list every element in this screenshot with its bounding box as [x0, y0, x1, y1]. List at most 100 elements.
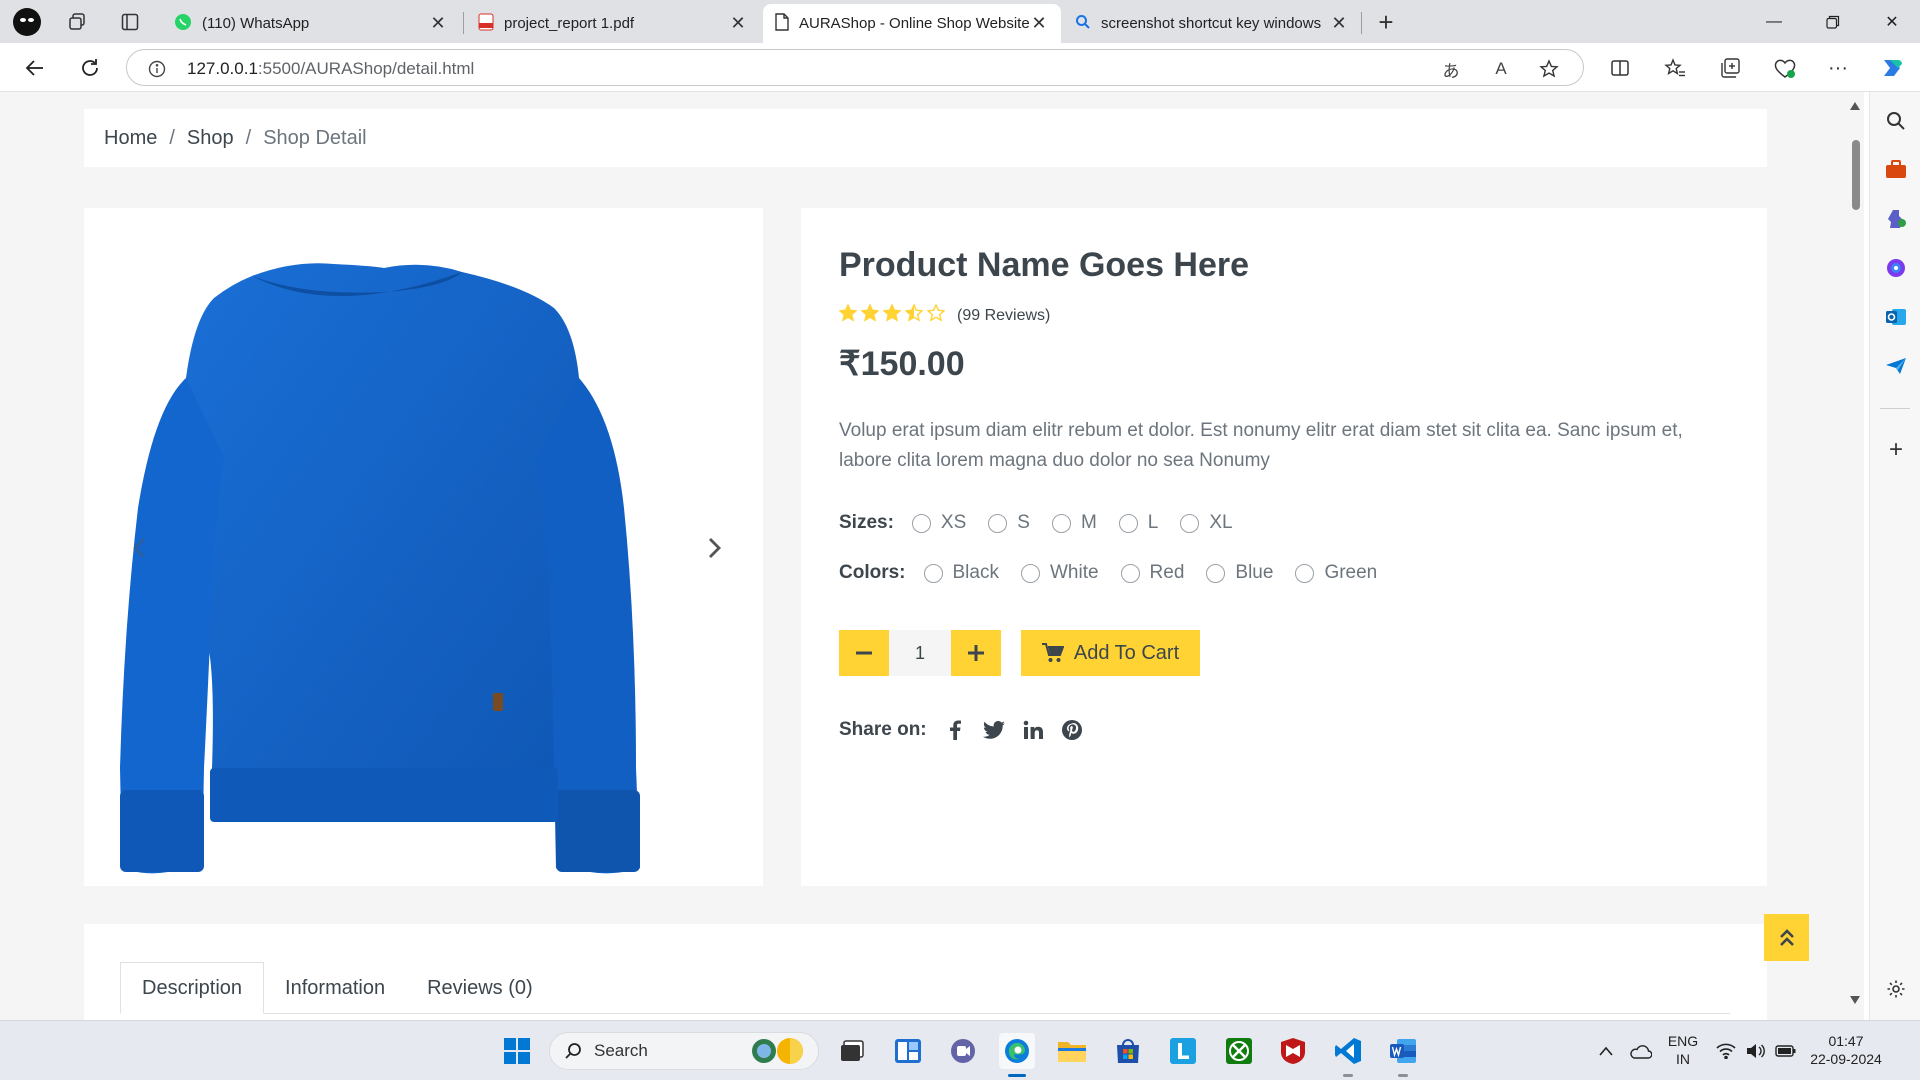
scroll-down-arrow-icon[interactable]	[1850, 996, 1860, 1004]
color-option-blue[interactable]: Blue	[1206, 562, 1273, 584]
l-app-icon[interactable]	[1165, 1033, 1201, 1069]
quantity-increase-button[interactable]	[951, 630, 1001, 676]
split-screen-icon[interactable]	[1605, 53, 1635, 83]
add-to-cart-button[interactable]: Add To Cart	[1021, 630, 1200, 676]
sidebar-settings-icon[interactable]	[1883, 976, 1909, 1002]
breadcrumb-shop-link[interactable]: Shop	[187, 127, 234, 150]
favorite-star-icon[interactable]	[1537, 57, 1561, 81]
tools-icon[interactable]	[1883, 157, 1909, 183]
copilot-icon[interactable]	[1877, 53, 1907, 83]
tab-reviews[interactable]: Reviews (0)	[406, 962, 554, 1014]
close-icon[interactable]: ✕	[728, 13, 748, 34]
close-icon[interactable]: ✕	[428, 13, 448, 34]
breadcrumb-home-link[interactable]: Home	[104, 127, 157, 150]
color-option-green[interactable]: Green	[1295, 562, 1377, 584]
xbox-icon[interactable]	[1221, 1033, 1257, 1069]
pinterest-icon[interactable]	[1060, 718, 1084, 742]
scroll-up-arrow-icon[interactable]	[1850, 102, 1860, 110]
quantity-input[interactable]	[889, 630, 951, 676]
vscode-icon[interactable]	[1330, 1033, 1366, 1077]
size-option-l[interactable]: L	[1118, 512, 1158, 534]
onedrive-icon[interactable]	[1624, 1033, 1656, 1069]
twitter-icon[interactable]	[982, 718, 1006, 742]
product-tabs-nav: Description Information Reviews (0)	[120, 962, 1730, 1014]
radio-circle[interactable]	[988, 513, 1008, 533]
close-icon[interactable]: ✕	[1029, 13, 1049, 34]
size-option-xl[interactable]: XL	[1180, 512, 1233, 534]
star-full-icon	[882, 303, 902, 322]
windows-start-icon[interactable]	[499, 1033, 535, 1069]
size-option-xs[interactable]: XS	[911, 512, 966, 534]
radio-circle[interactable]	[1020, 563, 1040, 583]
more-options-icon[interactable]: ···	[1823, 53, 1853, 83]
sidebar-add-icon[interactable]: +	[1883, 436, 1909, 463]
language-indicator[interactable]: ENG IN	[1666, 1032, 1700, 1068]
tab-whatsapp[interactable]: (110) WhatsApp ✕	[162, 4, 460, 43]
carousel-next-button[interactable]	[698, 528, 734, 568]
sidebar-search-icon[interactable]	[1883, 108, 1909, 134]
workspaces-icon[interactable]	[61, 6, 93, 38]
radio-circle[interactable]	[1118, 513, 1138, 533]
back-to-top-button[interactable]	[1764, 914, 1809, 961]
tab-aurashop[interactable]: AURAShop - Online Shop Website ✕	[763, 4, 1061, 43]
mcafee-icon[interactable]	[1275, 1033, 1311, 1069]
widgets-icon[interactable]	[890, 1033, 926, 1069]
tab-actions-icon[interactable]	[114, 6, 146, 38]
microsoft-store-icon[interactable]	[1110, 1033, 1146, 1069]
microsoft-365-icon[interactable]	[1883, 255, 1909, 281]
color-option-red[interactable]: Red	[1120, 562, 1184, 584]
profile-avatar[interactable]	[11, 6, 43, 38]
site-info-icon[interactable]	[145, 57, 169, 81]
product-tabs-card: Description Information Reviews (0)	[84, 924, 1767, 1020]
radio-circle[interactable]	[1206, 563, 1226, 583]
url-input[interactable]: 127.0.0.1:5500/AURAShop/detail.html あ A	[126, 49, 1584, 86]
task-view-icon[interactable]	[834, 1033, 870, 1069]
window-close-icon[interactable]: ✕	[1864, 0, 1920, 43]
new-tab-icon[interactable]: +	[1370, 6, 1402, 38]
radio-circle[interactable]	[1180, 513, 1200, 533]
favorites-icon[interactable]	[1660, 53, 1690, 83]
battery-icon[interactable]	[1772, 1033, 1800, 1069]
games-icon[interactable]	[1883, 206, 1909, 232]
radio-circle[interactable]	[1295, 563, 1315, 583]
clock[interactable]: 01:47 22-09-2024	[1806, 1032, 1886, 1068]
carousel-prev-button[interactable]	[120, 528, 156, 568]
minimize-icon[interactable]: —	[1746, 0, 1802, 43]
tab-information[interactable]: Information	[264, 962, 406, 1014]
quantity-decrease-button[interactable]	[839, 630, 889, 676]
translate-icon[interactable]: あ	[1439, 57, 1463, 81]
radio-circle[interactable]	[923, 563, 943, 583]
file-explorer-icon[interactable]	[1054, 1033, 1090, 1069]
size-option-s[interactable]: S	[988, 512, 1030, 534]
collections-icon[interactable]	[1715, 53, 1745, 83]
color-option-black[interactable]: Black	[923, 562, 999, 584]
back-icon[interactable]	[18, 51, 52, 85]
tab-description[interactable]: Description	[120, 962, 265, 1014]
chevron-up-icon[interactable]	[1592, 1033, 1620, 1069]
teams-chat-icon[interactable]	[945, 1033, 981, 1069]
star-empty-icon	[926, 303, 946, 322]
restore-icon[interactable]	[1805, 0, 1861, 43]
edge-taskbar-icon[interactable]	[999, 1033, 1035, 1077]
color-option-white[interactable]: White	[1020, 562, 1099, 584]
tab-pdf[interactable]: project_report 1.pdf ✕	[466, 4, 760, 43]
word-icon[interactable]	[1385, 1033, 1421, 1077]
tab-search[interactable]: screenshot shortcut key windows ✕	[1063, 4, 1361, 43]
facebook-icon[interactable]	[943, 718, 967, 742]
size-option-m[interactable]: M	[1051, 512, 1097, 534]
refresh-icon[interactable]	[73, 51, 107, 85]
close-icon[interactable]: ✕	[1329, 13, 1349, 34]
radio-circle[interactable]	[911, 513, 931, 533]
radio-circle[interactable]	[1051, 513, 1071, 533]
linkedin-icon[interactable]	[1021, 718, 1045, 742]
outlook-icon[interactable]	[1883, 304, 1909, 330]
send-icon[interactable]	[1883, 353, 1909, 379]
scroll-thumb[interactable]	[1852, 140, 1860, 210]
read-aloud-icon[interactable]: A	[1489, 57, 1513, 81]
radio-circle[interactable]	[1120, 563, 1140, 583]
wifi-icon[interactable]	[1712, 1033, 1740, 1069]
page-scrollbar[interactable]	[1846, 92, 1864, 1020]
taskbar-search-box[interactable]: Search	[549, 1032, 819, 1070]
volume-icon[interactable]	[1742, 1033, 1770, 1069]
browser-essentials-icon[interactable]	[1770, 53, 1800, 83]
